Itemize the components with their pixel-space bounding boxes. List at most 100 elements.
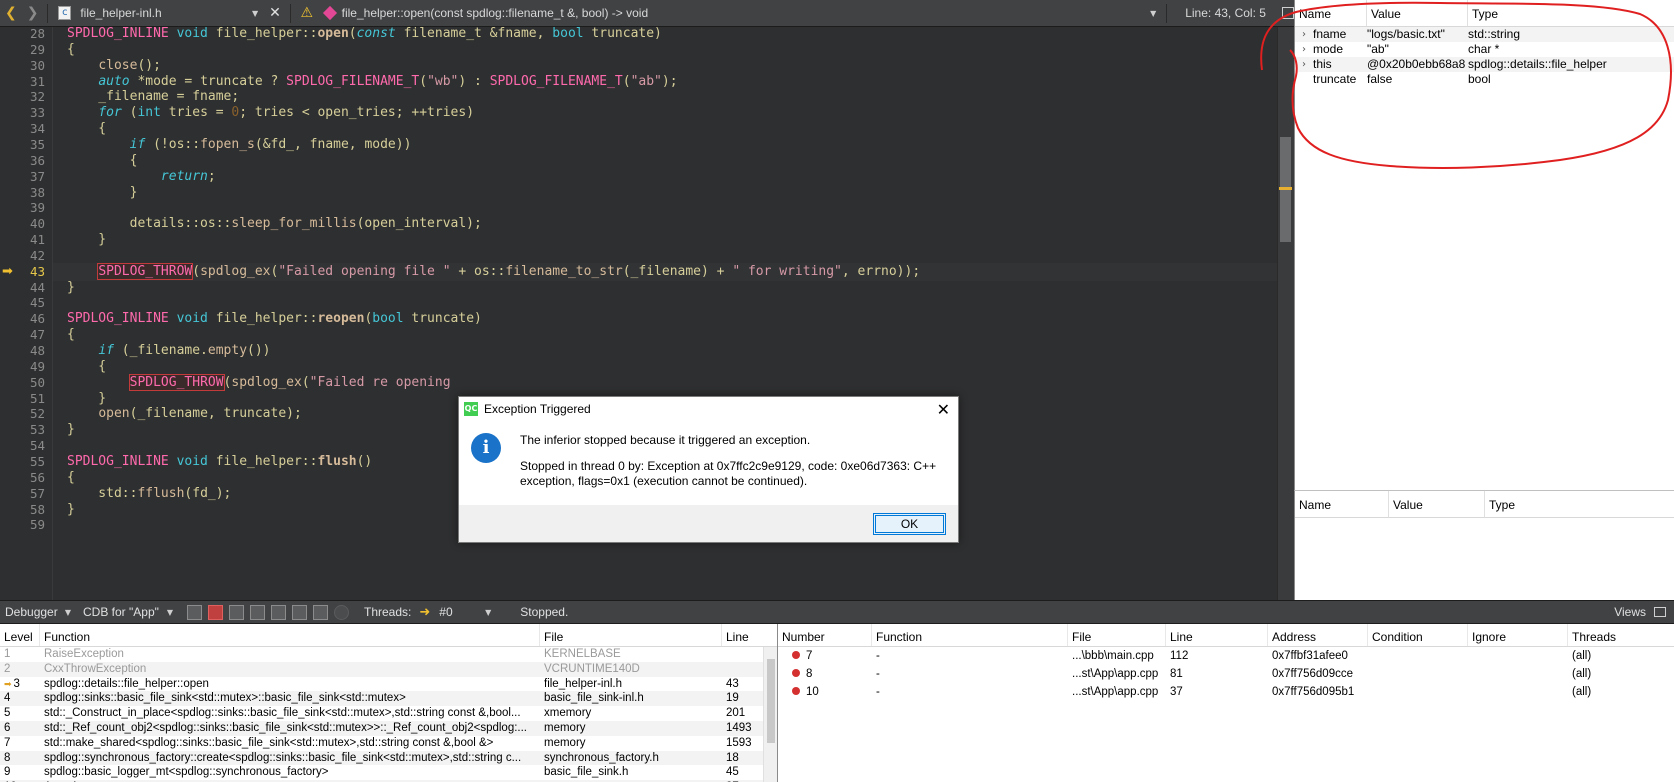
locals-header-name[interactable]: Name — [1295, 0, 1367, 26]
stack-frame-row[interactable]: 9 spdlog::basic_logger_mt<spdlog::synchro… — [0, 765, 777, 780]
expressions-header-value[interactable]: Value — [1389, 491, 1485, 517]
bp-number: 10 — [806, 686, 819, 698]
locals-row[interactable]: truncate false bool — [1295, 72, 1674, 87]
code-token: if — [98, 343, 114, 358]
bp-header-condition[interactable]: Condition — [1368, 624, 1468, 646]
step-over-icon[interactable] — [229, 604, 244, 620]
stack-frame-row[interactable]: 6 std::_Ref_count_obj2<spdlog::sinks::bas… — [0, 720, 777, 736]
code-line[interactable]: for (int tries = 0; tries < open_tries; … — [67, 104, 474, 122]
expand-placeholder — [1295, 72, 1313, 87]
code-line[interactable]: } — [67, 184, 138, 202]
bp-header-function[interactable]: Function — [872, 624, 1068, 646]
code-line[interactable]: SPDLOG_INLINE void file_helper::reopen(b… — [67, 310, 482, 328]
stack-level: 1 — [4, 648, 11, 660]
step-out-icon[interactable] — [271, 604, 286, 620]
code-token: truncate) — [583, 27, 662, 41]
close-icon[interactable]: ✕ — [937, 400, 950, 419]
breakpoint-row[interactable]: 8 - ...st\App\app.cpp 81 0x7ff756d09cce (all) — [778, 665, 1674, 683]
stack-header-line[interactable]: Line — [722, 624, 764, 646]
stack-frame-row[interactable]: 3 spdlog::details::file_helper::open file_… — [0, 677, 777, 692]
record-icon[interactable] — [334, 604, 349, 620]
code-token: SPDLOG_THROW — [97, 262, 194, 280]
code-token: void — [176, 27, 208, 41]
stack-frame-row[interactable]: 7 std::make_shared<spdlog::sinks::basic_f… — [0, 736, 777, 751]
line-number-gutter[interactable]: 28 29 30 31 32 33 34 35 36 37 38 39 40 41 42 ➡ 43 44 45 46 4… — [0, 27, 52, 600]
code-token: + os:: — [450, 263, 506, 279]
code-line[interactable]: } — [67, 501, 75, 519]
bp-header-ignore[interactable]: Ignore — [1468, 624, 1568, 646]
code-line[interactable]: } — [67, 421, 75, 439]
continue-icon[interactable] — [187, 604, 202, 620]
debugger-mode-combo[interactable]: Debugger ▼ — [0, 602, 76, 622]
forward-arrow-icon[interactable]: ❯ — [22, 0, 44, 27]
views-menu-icon[interactable] — [1654, 607, 1666, 617]
locals-header-value[interactable]: Value — [1367, 0, 1468, 26]
views-button[interactable]: Views — [1614, 605, 1646, 619]
stack-file: file_helper-inl.h — [544, 677, 622, 690]
code-line[interactable]: SPDLOG_INLINE void file_helper::flush() — [67, 453, 372, 471]
code-token: SPDLOG_THROW — [128, 373, 225, 391]
back-arrow-icon[interactable]: ❮ — [0, 0, 22, 27]
expand-arrow-icon[interactable]: › — [1295, 27, 1313, 42]
close-document-icon[interactable]: ✕ — [264, 5, 286, 21]
code-token: "Failed opening file " — [278, 263, 451, 279]
expressions-header-name[interactable]: Name — [1295, 491, 1389, 517]
locals-row[interactable]: › fname "logs/basic.txt" std::string — [1295, 27, 1674, 42]
code-line[interactable]: } — [67, 279, 75, 297]
step-into-icon[interactable] — [250, 604, 265, 620]
split-view-icon[interactable] — [1282, 7, 1294, 19]
stack-header-file[interactable]: File — [540, 624, 722, 646]
stack-pane: Level Function File Line 1 RaiseException… — [0, 624, 778, 782]
expand-arrow-icon[interactable]: › — [1295, 42, 1313, 57]
code-line[interactable]: SPDLOG_THROW(spdlog_ex("Failed opening f… — [67, 262, 920, 281]
local-value: @0x20b0ebb68a8 — [1367, 57, 1466, 71]
editor-scrollbar[interactable] — [1277, 27, 1294, 600]
threads-combo[interactable]: #0 ▼ — [434, 602, 496, 622]
symbols-combo[interactable]: file_helper::open(const spdlog::filename… — [321, 5, 1163, 21]
stop-debugger-icon[interactable] — [208, 604, 223, 620]
line-column-indicator[interactable]: Line: 43, Col: 5 — [1185, 6, 1274, 20]
code-line[interactable]: open(_filename, truncate); — [67, 405, 302, 423]
code-line[interactable]: details::os::sleep_for_millis(open_inter… — [67, 215, 482, 233]
stack-header-level[interactable]: Level — [0, 624, 40, 646]
code-token: ); — [661, 73, 678, 89]
locals-header-type[interactable]: Type — [1468, 0, 1668, 26]
code-line[interactable]: std::fflush(fd_); — [67, 485, 231, 503]
stack-frame-row[interactable]: 2 CxxThrowException VCRUNTIME140D — [0, 661, 777, 677]
stack-header-function[interactable]: Function — [40, 624, 540, 646]
open-documents-combo[interactable]: file_helper-inl.h ▼ — [80, 6, 264, 20]
code-line[interactable]: SPDLOG_THROW(spdlog_ex("Failed re openin… — [67, 373, 451, 392]
stack-frame-row[interactable]: 8 spdlog::synchronous_factory::create<spd… — [0, 750, 777, 766]
expand-arrow-icon[interactable]: › — [1295, 57, 1313, 72]
warning-icon[interactable]: ⚠ — [299, 5, 315, 21]
stack-frame-row[interactable]: 5 std::_Construct_in_place<spdlog::sinks:… — [0, 706, 777, 721]
code-line[interactable]: SPDLOG_INLINE void file_helper::open(con… — [67, 27, 662, 43]
locals-row[interactable]: › this @0x20b0ebb68a8 spdlog::details::file… — [1295, 57, 1674, 72]
code-token: ( — [348, 27, 357, 41]
bp-header-line[interactable]: Line — [1166, 624, 1268, 646]
stack-function: CxxThrowException — [44, 662, 147, 675]
breakpoint-row[interactable]: 10 - ...st\App\app.cpp 37 0x7ff756d095b1 (all… — [778, 683, 1674, 701]
debug-engine-combo[interactable]: CDB for "App" ▼ — [78, 602, 178, 622]
bp-header-file[interactable]: File — [1068, 624, 1166, 646]
code-token: (!os:: — [145, 136, 201, 152]
restart-icon[interactable] — [292, 604, 307, 620]
stack-scrollbar[interactable] — [763, 647, 777, 782]
code-line[interactable]: } — [67, 231, 106, 249]
bp-header-address[interactable]: Address — [1268, 624, 1368, 646]
locals-row[interactable]: › mode "ab" char * — [1295, 42, 1674, 57]
expressions-header-type[interactable]: Type — [1485, 491, 1665, 517]
bp-header-threads[interactable]: Threads — [1568, 624, 1668, 646]
stack-frame-row[interactable]: 4 spdlog::sinks::basic_file_sink<std::mut… — [0, 691, 777, 707]
stack-function: spdlog::basic_logger_mt<spdlog::synchron… — [44, 766, 329, 779]
stack-scrollbar-thumb[interactable] — [767, 659, 775, 743]
line-number[interactable]: 59 — [0, 516, 45, 534]
bp-header-number[interactable]: Number — [778, 624, 872, 646]
stack-function: RaiseException — [44, 648, 124, 660]
code-token: fopen_s — [200, 136, 255, 152]
breakpoint-row[interactable]: 7 - ...\bbb\main.cpp 112 0x7ffbf31afee0 (all) — [778, 647, 1674, 665]
operate-by-instruction-icon[interactable] — [313, 604, 328, 620]
ok-button[interactable]: OK — [873, 513, 946, 535]
stack-frame-row[interactable]: 1 RaiseException KERNELBASE — [0, 647, 777, 662]
